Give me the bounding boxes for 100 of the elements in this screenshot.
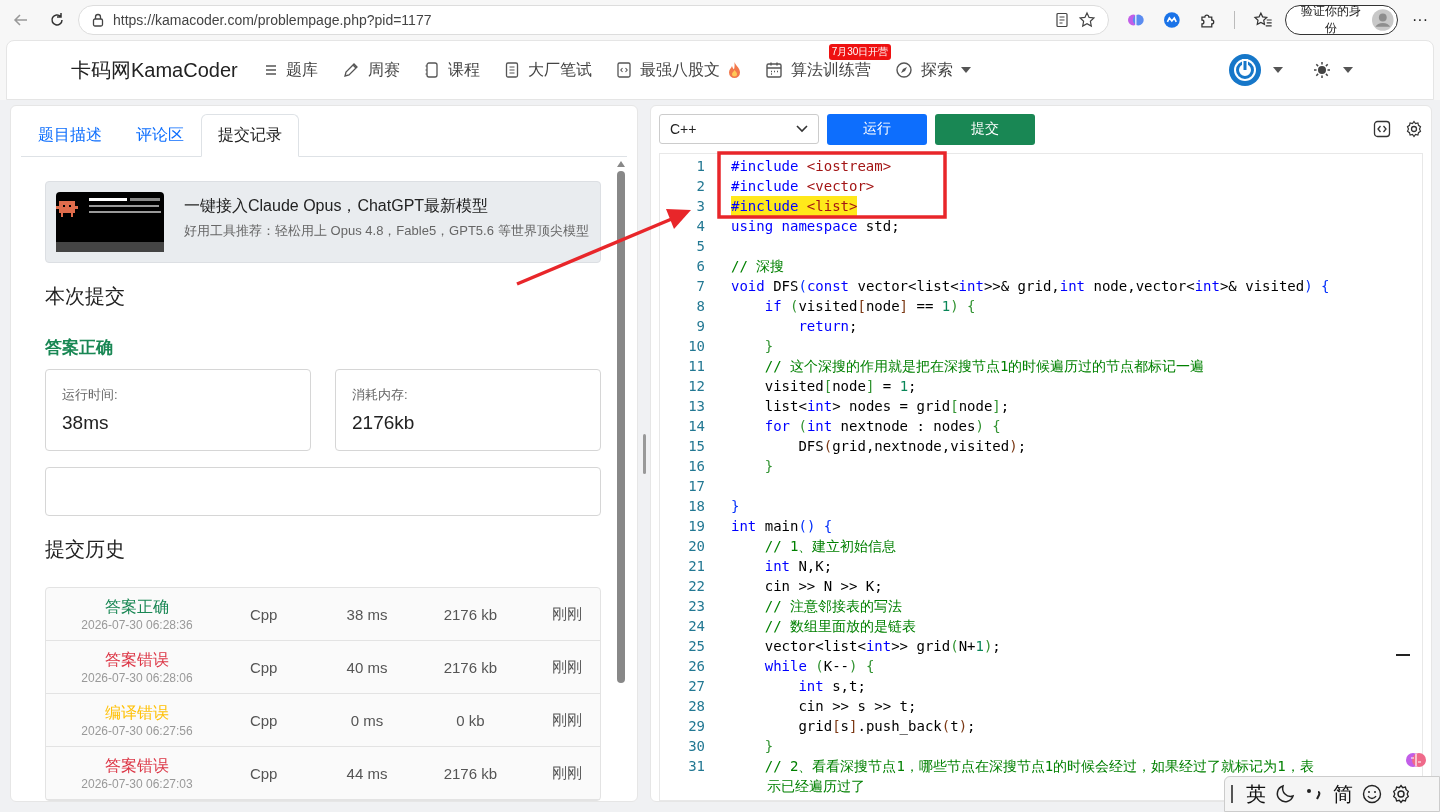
timestamp: 2026-07-30 06:27:03 xyxy=(81,776,193,791)
line-number: 22 xyxy=(687,577,705,596)
line-number: 25 xyxy=(687,637,705,656)
scrollbar-thumb[interactable] xyxy=(617,171,625,683)
ad-card[interactable]: 一键接入Claude Opus，ChatGPT最新模型 好用工具推荐：轻松用上 Opus 4.8，Fable5，GPT5.6 等世界顶尖模型 xyxy=(45,181,601,263)
status-text: 答案错误 xyxy=(105,755,169,776)
settings-icon[interactable] xyxy=(1405,120,1423,138)
settings-icon[interactable] xyxy=(1391,784,1411,804)
history-row[interactable]: 编译错误 2026-07-30 06:27:56 Cpp 0 ms 0 kb 刚刚 xyxy=(46,694,600,747)
site-logo[interactable]: 卡码网KamaCoder xyxy=(71,56,238,84)
table-cell-text: 刚刚 xyxy=(551,604,582,624)
code-line: cin >> s >> t; xyxy=(797,697,917,716)
line-number: 16 xyxy=(687,457,705,476)
nav-link[interactable]: 周赛 xyxy=(341,59,400,81)
nav-link[interactable]: 题库 xyxy=(263,59,318,81)
reader-icon[interactable] xyxy=(1054,12,1071,28)
table-cell-text: 44 ms xyxy=(345,764,389,782)
history-row[interactable]: 答案正确 2026-07-30 06:28:36 Cpp 38 ms 2176 kb 刚刚 xyxy=(46,588,600,641)
caret-icon[interactable] xyxy=(1343,67,1353,73)
code-icon[interactable] xyxy=(1373,120,1391,138)
code-line: } xyxy=(763,337,774,356)
smiley-icon[interactable] xyxy=(1362,784,1382,804)
run-button[interactable]: 运行 xyxy=(827,113,927,145)
puzzle-icon[interactable] xyxy=(1198,11,1217,29)
line-number: 29 xyxy=(687,717,705,736)
language-select[interactable]: C++ xyxy=(659,114,819,144)
favorites-icon[interactable] xyxy=(1253,11,1273,29)
moon-icon[interactable] xyxy=(1275,784,1295,804)
code-line: #include <iostream> xyxy=(731,157,892,176)
nav-link[interactable]: 探索 xyxy=(894,59,971,81)
table-cell-text: Cpp xyxy=(248,605,279,623)
stat-value: 2176kb xyxy=(352,412,416,434)
result-status: 答案正确 xyxy=(45,337,114,359)
list-icon xyxy=(263,63,278,77)
code-line: // 这个深搜的作用就是把在深搜节点1的时候遍历过的节点都标记一遍 xyxy=(763,357,1205,376)
scroll-up-icon[interactable] xyxy=(617,161,625,167)
code-line: for (int nextnode : nodes) { xyxy=(763,417,1001,436)
timestamp: 2026-07-30 06:28:36 xyxy=(81,617,193,632)
table-cell-text: 2176 kb xyxy=(442,658,498,676)
badge: 7月30日开营 xyxy=(828,43,892,60)
code-line: // 注意邻接表的写法 xyxy=(763,597,902,616)
profile-button[interactable]: 验证你的身份 xyxy=(1284,5,1399,35)
url-text: https://kamacoder.com/problempage.php?pid=1177 xyxy=(113,12,432,28)
code-line: } xyxy=(763,457,774,476)
status-text: 答案错误 xyxy=(105,649,169,670)
timestamp: 2026-07-30 06:28:06 xyxy=(81,670,193,685)
code-line: grid[s].push_back(t); xyxy=(797,717,976,736)
ad-subtitle: 好用工具推荐：轻松用上 Opus 4.8，Fable5，GPT5.6 等世界顶尖模型 xyxy=(184,222,589,240)
tab[interactable]: 题目描述 xyxy=(21,114,119,157)
ime-mode[interactable]: 英 xyxy=(1246,780,1266,808)
table-cell-text: Cpp xyxy=(248,658,279,676)
star-icon[interactable] xyxy=(1078,11,1097,29)
line-number: 18 xyxy=(687,497,705,516)
history-row[interactable]: 答案错误 2026-07-30 06:28:06 Cpp 40 ms 2176 kb 刚刚 xyxy=(46,641,600,694)
timestamp: 2026-07-30 06:27:56 xyxy=(81,723,193,738)
lock-icon xyxy=(91,13,105,27)
line-number: 30 xyxy=(687,737,705,756)
code-line: // 2、看看深搜节点1，哪些节点在深搜节点1的时候会经过，如果经过了就标记为1，表 xyxy=(763,757,1314,776)
line-number: 2 xyxy=(695,177,705,196)
line-number: 27 xyxy=(687,677,705,696)
reload-icon[interactable] xyxy=(48,11,66,29)
chevron-down-icon xyxy=(796,125,808,133)
table-cell-text: 40 ms xyxy=(345,658,389,676)
code-line: using namespace std; xyxy=(731,217,900,236)
more-button[interactable]: ··· xyxy=(1412,11,1428,29)
line-number: 11 xyxy=(687,357,705,376)
nav-link[interactable]: 算法训练营 xyxy=(764,59,871,81)
code-line: } xyxy=(731,497,740,516)
caret-icon[interactable] xyxy=(1273,67,1283,73)
line-number: 20 xyxy=(687,537,705,556)
avatar-icon xyxy=(1372,9,1395,31)
line-number: 4 xyxy=(695,217,705,236)
history-row[interactable]: 答案错误 2026-07-30 06:27:03 Cpp 44 ms 2176 kb 刚刚 xyxy=(46,747,600,800)
nav-link[interactable]: 课程 xyxy=(423,59,480,81)
table-cell-text: 2176 kb xyxy=(442,764,498,782)
line-number: 3 xyxy=(695,197,705,216)
tab[interactable]: 提交记录 xyxy=(201,114,299,157)
stat-value: 38ms xyxy=(62,412,110,434)
line-number: 24 xyxy=(687,617,705,636)
nav-link[interactable]: 大厂笔试 xyxy=(503,59,592,81)
code-line: while (K--) { xyxy=(763,657,875,676)
line-number: 15 xyxy=(687,437,705,456)
tab[interactable]: 评论区 xyxy=(119,114,201,157)
line-number: 6 xyxy=(695,257,705,276)
line-number: 9 xyxy=(695,317,705,336)
submit-button[interactable]: 提交 xyxy=(935,113,1035,145)
power-logo-icon[interactable] xyxy=(1229,54,1261,86)
address-bar[interactable]: https://kamacoder.com/problempage.php?pid=1177 xyxy=(78,5,1110,35)
ime-script[interactable]: 简 xyxy=(1333,780,1353,808)
line-number: 13 xyxy=(687,397,705,416)
code-line: cin >> N >> K; xyxy=(763,577,883,596)
nav-link[interactable]: 最强八股文 xyxy=(615,59,741,81)
extension-icon[interactable] xyxy=(1162,11,1181,29)
book-icon xyxy=(423,61,440,79)
sun-icon[interactable] xyxy=(1313,61,1331,79)
code-line: return; xyxy=(797,317,858,336)
code-line: void DFS(const vector<list<int>>& grid,int node,vector<int>& visited) { xyxy=(731,277,1330,296)
resize-handle[interactable] xyxy=(642,433,646,474)
line-number: 26 xyxy=(687,657,705,676)
table-cell-text: 0 ms xyxy=(349,711,385,729)
